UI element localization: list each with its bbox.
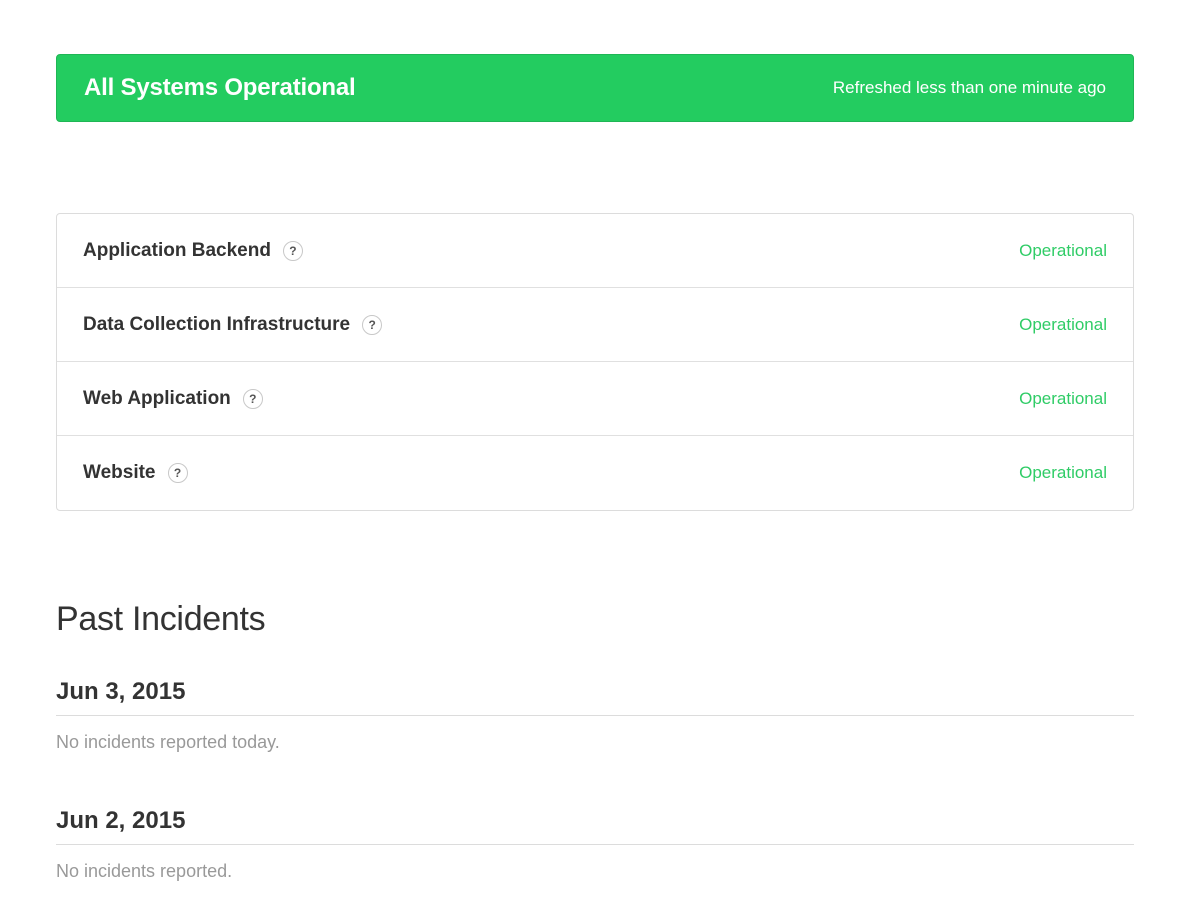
component-status: Operational xyxy=(1019,463,1107,482)
component-name: Data Collection Infrastructure xyxy=(83,313,351,335)
refreshed-timestamp: Refreshed less than one minute ago xyxy=(832,78,1106,97)
help-icon[interactable]: ? xyxy=(362,314,383,335)
component-row-application-backend: Application Backend ? Operational xyxy=(57,214,1133,288)
component-row-data-collection-infrastructure: Data Collection Infrastructure ? Operati… xyxy=(57,288,1133,362)
overall-status-banner: All Systems Operational Refreshed less t… xyxy=(56,54,1134,122)
component-name: Website xyxy=(83,462,156,483)
incident-date: Jun 2, 2015 xyxy=(56,807,1134,845)
status-page: All Systems Operational Refreshed less t… xyxy=(0,0,1200,914)
component-name: Web Application xyxy=(83,387,231,409)
component-row-web-application: Web Application ? Operational xyxy=(57,362,1133,436)
incident-day: Jun 2, 2015 No incidents reported. xyxy=(56,807,1134,882)
incident-day: Jun 3, 2015 No incidents reported today. xyxy=(56,678,1134,753)
help-icon[interactable]: ? xyxy=(167,463,188,483)
component-status: Operational xyxy=(1019,388,1107,408)
component-status: Operational xyxy=(1019,240,1107,260)
component-name: Application Backend xyxy=(83,239,271,261)
components-list: Application Backend ? Operational Data C… xyxy=(56,213,1134,511)
component-row-website: Website ? Operational xyxy=(57,436,1133,510)
overall-status-title: All Systems Operational xyxy=(84,74,356,101)
past-incidents-heading: Past Incidents xyxy=(56,600,266,638)
incident-summary: No incidents reported. xyxy=(56,861,233,881)
help-icon[interactable]: ? xyxy=(242,388,263,409)
help-icon[interactable]: ? xyxy=(282,240,303,261)
incident-date: Jun 3, 2015 xyxy=(56,678,1134,716)
incident-summary: No incidents reported today. xyxy=(56,732,280,752)
component-status: Operational xyxy=(1019,314,1107,334)
